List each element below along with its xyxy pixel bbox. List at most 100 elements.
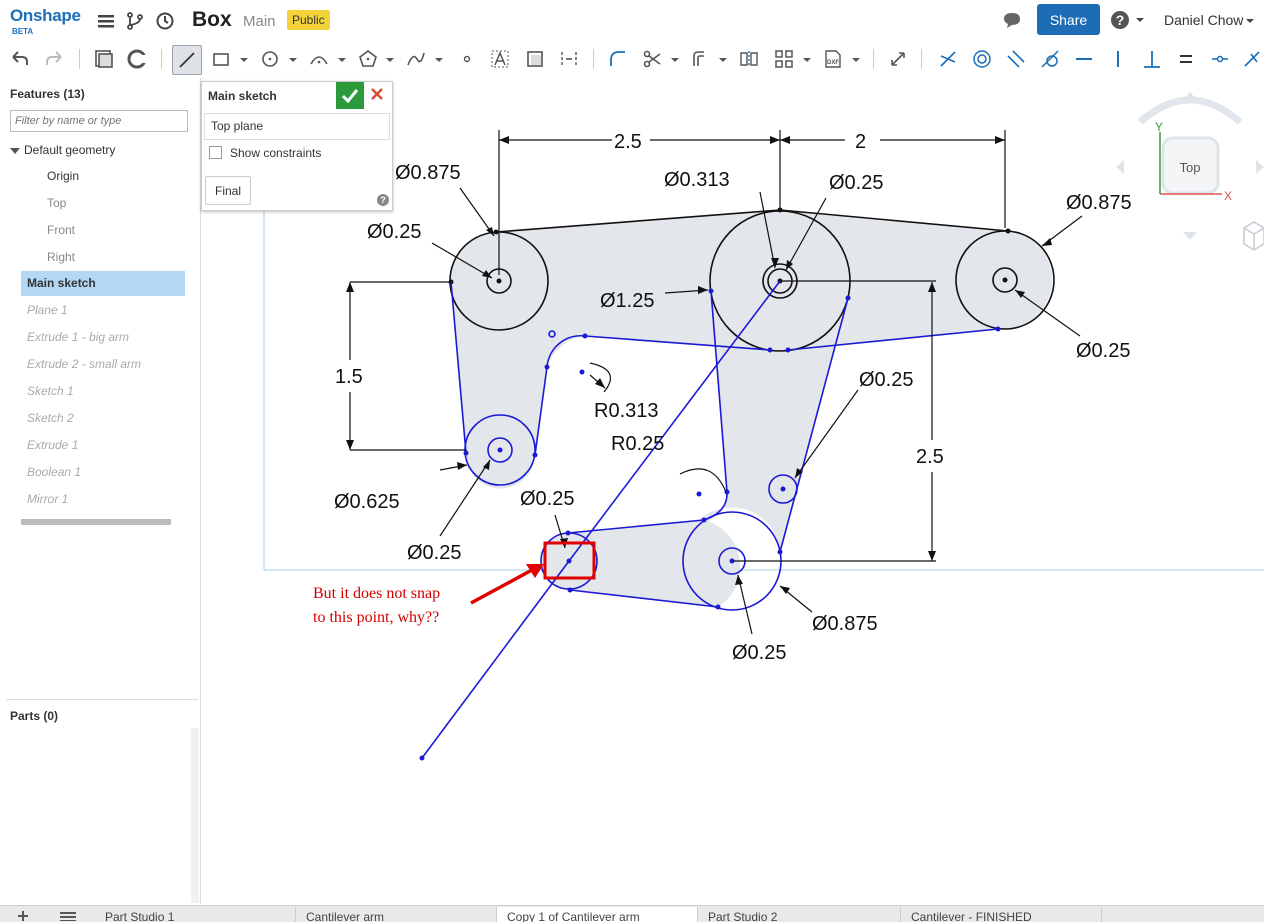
text-tool-icon[interactable] (489, 48, 511, 70)
image-tool-icon[interactable] (524, 48, 546, 70)
tree-item-mirror-1[interactable]: Mirror 1 (21, 487, 185, 512)
dim-vertical-right[interactable]: 2.5 (916, 446, 944, 468)
show-constraints-checkbox[interactable] (209, 146, 222, 159)
dim-center-big-diameter[interactable]: Ø1.25 (600, 290, 654, 312)
dim-horizontal-left[interactable]: 2.5 (614, 131, 642, 153)
dim-right-inner-diameter[interactable]: Ø0.25 (1076, 340, 1130, 362)
panel-divider[interactable] (6, 699, 198, 700)
dim-vertical-left[interactable]: 1.5 (335, 366, 363, 388)
dim-horizontal-right[interactable]: 2 (855, 131, 866, 153)
tab-part-studio-2[interactable]: Part Studio 2 (698, 907, 901, 922)
arc-menu-caret[interactable] (338, 58, 346, 62)
undo-icon[interactable] (9, 48, 31, 70)
view-cube[interactable]: Top X Y (1116, 92, 1264, 251)
view-options-cube-icon[interactable] (1243, 221, 1264, 251)
parallel-constraint-icon[interactable] (1005, 48, 1027, 70)
onshape-logo[interactable]: Onshape (10, 6, 81, 26)
coincident-constraint-icon[interactable] (937, 48, 959, 70)
fillet-tool-icon[interactable] (607, 48, 629, 70)
dim-small-hole-diameter[interactable]: Ø0.25 (859, 369, 913, 391)
concentric-constraint-icon[interactable] (971, 48, 993, 70)
tree-item-top-plane[interactable]: Top (47, 196, 66, 210)
pattern-tool-icon[interactable] (773, 48, 795, 70)
tree-item-sketch-1[interactable]: Sketch 1 (21, 379, 185, 404)
accept-button[interactable] (336, 82, 364, 109)
tree-item-boolean-1[interactable]: Boolean 1 (21, 460, 185, 485)
perpendicular-constraint-icon[interactable] (1141, 48, 1163, 70)
tangent-constraint-icon[interactable] (1039, 48, 1061, 70)
equal-constraint-icon[interactable] (1175, 48, 1197, 70)
tree-item-extrude-1[interactable]: Extrude 1 (21, 433, 185, 458)
trim-scissors-icon[interactable] (641, 48, 663, 70)
arc-tool-icon[interactable] (308, 48, 330, 70)
pattern-menu-caret[interactable] (803, 58, 811, 62)
branch-icon[interactable] (125, 11, 145, 31)
sketch-plane-field[interactable]: Top plane (204, 113, 390, 140)
dim-bottom-inner-diameter[interactable]: Ø0.25 (732, 642, 786, 664)
polygon-menu-caret[interactable] (386, 58, 394, 62)
circle-tool-icon[interactable] (259, 48, 281, 70)
tree-item-extrude-big-arm[interactable]: Extrude 1 - big arm (21, 325, 185, 350)
tree-item-right-plane[interactable]: Right (47, 250, 75, 264)
tab-cantilever-arm[interactable]: Cantilever arm (296, 907, 497, 922)
view-rotate-arc[interactable] (1137, 96, 1243, 125)
dim-left-inner-diameter[interactable]: Ø0.25 (367, 221, 421, 243)
midpoint-constraint-icon[interactable] (1209, 48, 1231, 70)
chevron-down-icon[interactable] (10, 147, 20, 154)
workspace-name[interactable]: Main (243, 13, 276, 30)
final-button[interactable]: Final (205, 176, 251, 205)
mirror-tool-icon[interactable] (738, 48, 760, 70)
tree-item-extrude-small-arm[interactable]: Extrude 2 - small arm (21, 352, 185, 377)
dim-right-outer-diameter[interactable]: Ø0.875 (1066, 192, 1132, 214)
tab-cantilever-finished[interactable]: Cantilever - FINISHED (901, 907, 1102, 922)
tree-item-front-plane[interactable]: Front (47, 223, 75, 237)
line-tool-icon[interactable] (172, 45, 202, 75)
dim-left-mid-inner-diameter[interactable]: Ø0.25 (407, 542, 461, 564)
tab-list-icon[interactable] (60, 911, 76, 921)
cancel-button[interactable] (370, 85, 384, 106)
default-geometry-folder[interactable]: Default geometry (10, 143, 115, 157)
tree-item-main-sketch[interactable]: Main sketch (21, 271, 185, 296)
point-tool-icon[interactable] (456, 48, 478, 70)
show-constraints-label[interactable]: Show constraints (230, 146, 321, 160)
dim-center-small-diameter[interactable]: Ø0.313 (664, 169, 730, 191)
dxf-menu-caret[interactable] (852, 58, 860, 62)
use-icon[interactable] (93, 48, 115, 70)
add-tab-icon[interactable] (16, 911, 30, 921)
tree-item-plane-1[interactable]: Plane 1 (21, 298, 185, 323)
rectangle-tool-icon[interactable] (210, 48, 232, 70)
history-clock-icon[interactable] (155, 11, 175, 31)
offset-tool-icon[interactable] (690, 48, 712, 70)
trim-menu-caret[interactable] (671, 58, 679, 62)
vertical-constraint-icon[interactable] (1107, 48, 1129, 70)
document-title[interactable]: Box (192, 8, 232, 32)
tab-copy-cantilever-arm[interactable]: Copy 1 of Cantilever arm (497, 907, 698, 922)
view-arrow-right-icon[interactable] (1256, 160, 1264, 174)
horizontal-constraint-icon[interactable] (1073, 48, 1095, 70)
dxf-import-icon[interactable]: DXF (822, 48, 844, 70)
redo-icon[interactable] (43, 48, 65, 70)
dim-left-mid-outer-diameter[interactable]: Ø0.625 (334, 491, 400, 513)
dimension-tool-icon[interactable] (887, 48, 909, 70)
tree-item-sketch-2[interactable]: Sketch 2 (21, 406, 185, 431)
menu-icon[interactable] (96, 11, 116, 31)
rollback-bar[interactable] (21, 519, 171, 525)
dim-lower-radius[interactable]: R0.25 (611, 433, 664, 455)
comments-icon[interactable] (1002, 10, 1022, 30)
parts-scrollbar[interactable] (191, 728, 199, 903)
dim-snap-target-diameter[interactable]: Ø0.25 (520, 488, 574, 510)
view-arrow-down-icon[interactable] (1183, 232, 1197, 240)
help-icon[interactable]: ? (377, 194, 389, 206)
tree-item-origin[interactable]: Origin (47, 169, 79, 183)
view-arrow-up-icon[interactable] (1183, 92, 1197, 100)
user-menu[interactable]: Daniel Chow (1164, 12, 1255, 28)
share-button[interactable]: Share (1037, 4, 1100, 35)
spline-menu-caret[interactable] (435, 58, 443, 62)
dim-upper-radius[interactable]: R0.313 (594, 400, 659, 422)
dim-center-inner-diameter[interactable]: Ø0.25 (829, 172, 883, 194)
polygon-tool-icon[interactable] (357, 48, 379, 70)
convert-icon[interactable] (126, 48, 148, 70)
view-arrow-left-icon[interactable] (1116, 160, 1124, 174)
circle-menu-caret[interactable] (289, 58, 297, 62)
dim-left-outer-diameter[interactable]: Ø0.875 (395, 162, 461, 184)
